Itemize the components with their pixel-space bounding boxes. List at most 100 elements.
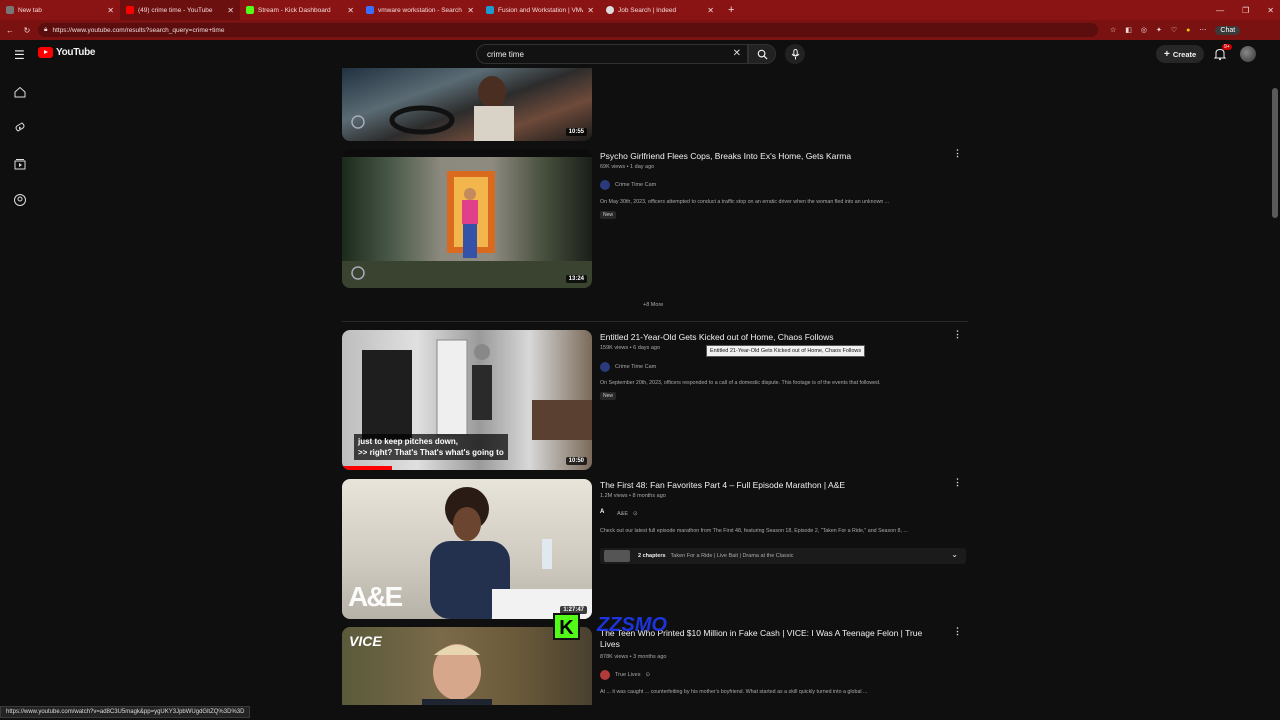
account-avatar[interactable] — [1240, 46, 1256, 62]
channel-link[interactable]: Crime Time Cam — [600, 180, 656, 190]
title-tooltip: Entitled 21-Year-Old Gets Kicked out of … — [706, 345, 866, 357]
puzzle-icon[interactable]: ✦ — [1156, 26, 1162, 34]
status-url: https://www.youtube.com/watch?v=ad8C3U5m… — [0, 706, 251, 718]
tab-vmware[interactable]: Fusion and Workstation | VMware ✕ — [480, 0, 600, 20]
search-favicon-icon — [366, 6, 374, 14]
channel-name: Crime Time Cam — [615, 364, 657, 370]
notification-count-badge: 9+ — [1222, 44, 1232, 50]
close-icon[interactable]: ✕ — [107, 6, 114, 15]
close-icon[interactable]: ✕ — [707, 6, 714, 15]
youtube-play-icon — [38, 47, 53, 58]
back-arrow-icon[interactable]: ← — [3, 26, 17, 35]
tab-new-tab[interactable]: New tab ✕ — [0, 0, 120, 20]
tab-title: Job Search | Indeed — [618, 6, 677, 14]
create-button[interactable]: + Create — [1156, 45, 1205, 63]
video-meta: 69K views • 1 day ago — [600, 164, 655, 170]
url-text: https://www.youtube.com/results?search_q… — [52, 26, 225, 34]
show-more-link[interactable]: +8 More — [643, 302, 663, 308]
restore-icon[interactable]: ❐ — [1242, 6, 1249, 15]
caption-line-2: >> right? That's That's what's going to — [358, 448, 504, 457]
clear-search-icon[interactable]: ✕ — [733, 48, 741, 59]
ae-logo: A&E — [348, 581, 403, 612]
video-caption: just to keep pitches down, >> right? Tha… — [354, 434, 508, 460]
video-description: On September 20th, 2023, officers respon… — [600, 380, 881, 386]
extension-icon[interactable]: ◧ — [1125, 26, 1132, 34]
caption-line-1: just to keep pitches down, — [358, 437, 459, 446]
favorites-icon[interactable]: ♡ — [1171, 26, 1177, 34]
search-icon — [757, 49, 768, 60]
video-meta: 159K views • 6 days ago — [600, 345, 661, 351]
chapters-row[interactable]: 2 chapters Taken For a Ride | Live Bait … — [600, 548, 966, 564]
extensions-area: ☆ ◧ ◎ ✦ ♡ ● ⋯ Chat — [1110, 25, 1241, 35]
chevron-down-icon[interactable]: ⌄ — [951, 550, 958, 559]
menu-hamburger-icon[interactable]: ☰ — [14, 48, 25, 62]
stream-watermark: ZZSMO — [597, 614, 667, 636]
tab-indeed[interactable]: Job Search | Indeed ✕ — [600, 0, 720, 20]
menu-dots-icon[interactable]: ⋯ — [1199, 26, 1206, 34]
video-meta: 1.2M views • 8 months ago — [600, 493, 666, 499]
indeed-favicon-icon — [606, 6, 614, 14]
scrollbar-thumb[interactable] — [1272, 88, 1278, 218]
star-icon[interactable]: ☆ — [1110, 26, 1116, 34]
new-badge: New — [600, 392, 617, 400]
video-title[interactable]: The First 48: Fan Favorites Part 4 – Ful… — [600, 480, 845, 491]
close-icon[interactable]: ✕ — [347, 6, 354, 15]
tab-title: Fusion and Workstation | VMware — [498, 6, 583, 14]
new-tab-plus-icon[interactable]: + — [720, 4, 742, 16]
tab-kick[interactable]: Stream - Kick Dashboard ✕ — [240, 0, 360, 20]
more-actions-icon[interactable]: ⋮ — [953, 148, 962, 159]
youtube-logo[interactable]: YouTube — [38, 47, 96, 58]
address-toolbar: ← ↻ 🔒︎ https://www.youtube.com/results?s… — [0, 20, 1280, 40]
video-thumbnail[interactable]: 10:55 — [342, 68, 592, 141]
close-icon[interactable]: ✕ — [467, 6, 474, 15]
copilot-chat-button[interactable]: Chat — [1215, 25, 1241, 35]
tab-title: (49) crime time - YouTube — [138, 6, 213, 14]
browser-status-bar: https://www.youtube.com/watch?v=ad8C3U5m… — [0, 705, 1280, 720]
voice-search-button[interactable] — [785, 44, 805, 64]
video-duration: 13:24 — [565, 275, 587, 283]
channel-link[interactable]: Crime Time Cam — [600, 362, 656, 372]
verified-icon: ⊙ — [633, 511, 638, 517]
video-duration: 10:55 — [565, 128, 587, 136]
kick-logo-overlay: K — [553, 613, 580, 640]
reload-icon[interactable]: ↻ — [20, 26, 34, 35]
close-icon[interactable]: ✕ — [587, 6, 594, 15]
chapter-thumbnail — [604, 550, 630, 562]
channel-name: True Lives — [615, 672, 641, 678]
search-results: 10:55 13:24 Psycho Girlfriend Flees Cops… — [0, 68, 1270, 705]
video-title[interactable]: Psycho Girlfriend Flees Cops, Breaks Int… — [600, 151, 851, 162]
logo-text: YouTube — [56, 47, 96, 58]
video-thumbnail[interactable]: 13:24 — [342, 149, 592, 288]
lock-icon: 🔒︎ — [44, 26, 48, 33]
channel-link[interactable]: True Lives ⊙ — [600, 670, 650, 680]
more-actions-icon[interactable]: ⋮ — [953, 626, 962, 637]
page-scrollbar[interactable] — [1270, 68, 1280, 705]
search-input[interactable]: crime time ✕ — [476, 44, 748, 64]
channel-link[interactable]: A A&E ⊙ — [600, 509, 638, 519]
new-badge: New — [600, 211, 617, 219]
youtube-favicon-icon — [126, 6, 134, 14]
tab-bing-search[interactable]: vmware workstation - Search ✕ — [360, 0, 480, 20]
plus-icon: + — [1164, 48, 1170, 60]
close-icon[interactable]: ✕ — [227, 6, 234, 15]
tab-youtube[interactable]: (49) crime time - YouTube ✕ — [120, 0, 240, 20]
search-button[interactable] — [748, 44, 776, 64]
microphone-icon — [791, 48, 799, 59]
chat-label: Chat — [1220, 26, 1236, 34]
video-description: Check out our latest full episode marath… — [600, 528, 908, 534]
chapters-list: Taken For a Ride | Live Bait | Drama at … — [670, 553, 794, 559]
video-duration: 10:50 — [565, 457, 587, 465]
close-window-icon[interactable]: ✕ — [1267, 6, 1274, 15]
minimize-icon[interactable]: — — [1216, 6, 1224, 15]
url-field[interactable]: 🔒︎ https://www.youtube.com/results?searc… — [38, 23, 1098, 37]
video-title[interactable]: Entitled 21-Year-Old Gets Kicked out of … — [600, 332, 834, 343]
create-label: Create — [1172, 49, 1197, 59]
section-divider — [342, 321, 968, 322]
vmware-favicon-icon — [486, 6, 494, 14]
video-thumbnail[interactable]: A&E 1:27:47 — [342, 479, 592, 619]
more-actions-icon[interactable]: ⋮ — [953, 329, 962, 340]
more-actions-icon[interactable]: ⋮ — [953, 477, 962, 488]
profile-icon[interactable]: ● — [1186, 27, 1190, 34]
refresh-extension-icon[interactable]: ◎ — [1141, 26, 1147, 34]
video-thumbnail[interactable]: just to keep pitches down, >> right? Tha… — [342, 330, 592, 470]
